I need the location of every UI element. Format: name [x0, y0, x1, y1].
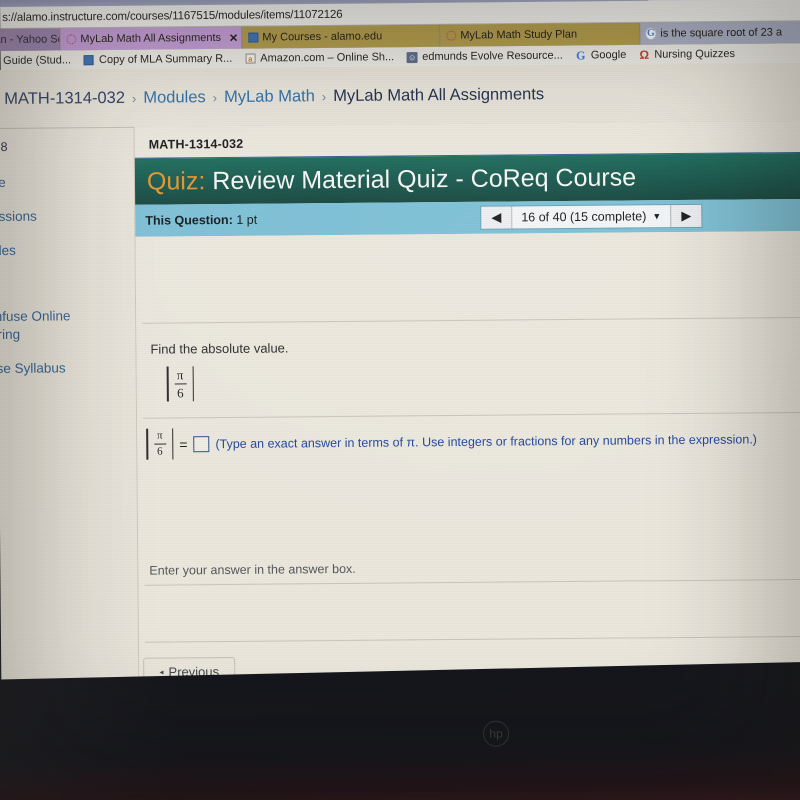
- laptop-logo: hp: [482, 720, 510, 748]
- question-prompt: Find the absolute value.: [150, 340, 289, 357]
- fraction: π 6: [171, 366, 189, 401]
- fraction-numerator: π: [176, 367, 184, 383]
- laptop-bezel: hp: [0, 661, 800, 800]
- bookmark-label: Nursing Quizzes: [654, 47, 736, 61]
- tab-label: is the square root of 23 a: [660, 26, 783, 40]
- chevron-right-icon: ›: [131, 90, 137, 106]
- bookmark-label: Amazon.com – Online Sh...: [260, 51, 395, 65]
- mylab-icon: [65, 34, 76, 45]
- sidebar-item-brainfuse[interactable]: ainfuse Online: [0, 308, 71, 324]
- divider-top: [142, 316, 800, 324]
- this-question-points: 1 pt: [236, 212, 258, 227]
- fraction: π 6: [151, 429, 169, 460]
- tab-label: MyLab Math Study Plan: [460, 28, 578, 42]
- tab-my-courses[interactable]: My Courses - alamo.edu: [242, 24, 441, 49]
- photo-of-screen: s://alamo.instructure.com/courses/116751…: [0, 0, 800, 800]
- bookmark-label: Google: [590, 48, 627, 62]
- question-expression: π 6: [166, 366, 194, 402]
- tab-google-search[interactable]: G is the square root of 23 a: [640, 21, 800, 45]
- quiz-type-label: Quiz:: [146, 166, 206, 196]
- omega-icon: Ω: [639, 47, 650, 62]
- abs-bar-right: [171, 428, 174, 460]
- tab-label: MyLab Math All Assignments: [80, 31, 222, 46]
- breadcrumb: MATH-1314-032 › Modules › MyLab Math › M…: [4, 85, 544, 109]
- question-navigator: ◀ 16 of 40 (15 complete) ▼ ▶: [480, 203, 703, 230]
- fraction-bar: [153, 443, 166, 445]
- absolute-value-expression: π 6: [166, 366, 194, 402]
- mylab-panel: MATH-1314-032 Quiz: Review Material Quiz…: [133, 120, 800, 743]
- fraction-denominator: 6: [157, 445, 163, 458]
- answer-format-hint: (Type an exact answer in terms of π. Use…: [215, 431, 757, 451]
- sidebar-item-grades[interactable]: ades: [0, 243, 16, 258]
- chevron-right-icon: ›: [321, 89, 327, 105]
- divider-answer: [143, 411, 800, 419]
- google-g-icon: G: [576, 47, 586, 62]
- abs-bar-left: [146, 428, 148, 460]
- answer-input[interactable]: [193, 435, 210, 452]
- equals-sign: =: [179, 435, 188, 453]
- question-body: Find the absolute value. π 6 π 6 = (Type…: [135, 230, 800, 743]
- divider-below-hint: [144, 578, 800, 586]
- answer-absolute-value-expression: π 6: [146, 428, 174, 460]
- fraction-numerator: π: [156, 429, 163, 442]
- mylab-icon: [445, 30, 456, 41]
- close-icon[interactable]: ✕: [225, 31, 238, 44]
- tab-mylab-study-plan[interactable]: MyLab Math Study Plan: [440, 22, 641, 47]
- breadcrumb-item-mylab-math[interactable]: MyLab Math: [224, 87, 315, 107]
- bookmark-google[interactable]: G Google: [569, 47, 633, 62]
- tab-mylab-all-assignments[interactable]: MyLab Math All Assignments ✕: [60, 26, 243, 51]
- chevron-right-icon: ›: [212, 90, 218, 106]
- question-position-dropdown[interactable]: 16 of 40 (15 complete) ▼: [512, 205, 671, 229]
- this-question-text: This Question:: [145, 212, 233, 228]
- tab-label: an - Yahoo Se...: [0, 33, 61, 47]
- bookmark-mla-summary[interactable]: Copy of MLA Summary R...: [77, 53, 238, 67]
- person-icon: ☺: [406, 51, 418, 63]
- url-text: s://alamo.instructure.com/courses/116751…: [2, 8, 343, 24]
- bookmark-nursing-quizzes[interactable]: Ω Nursing Quizzes: [632, 47, 741, 62]
- sidebar-item-syllabus[interactable]: urse Syllabus: [0, 360, 66, 376]
- breadcrumb-item-course[interactable]: MATH-1314-032: [4, 89, 125, 109]
- course-code-label: MATH-1314-032: [148, 136, 244, 152]
- course-sidebar: 018 me cussions ades ainfuse Online tori…: [0, 139, 129, 376]
- canvas-icon: [247, 32, 258, 43]
- google-icon: G: [645, 27, 657, 40]
- sidebar-item-tutoring[interactable]: toring: [0, 327, 20, 342]
- tab-label: My Courses - alamo.edu: [262, 30, 383, 44]
- bookmark-label: k Guide (Stud...: [0, 54, 72, 68]
- browser-chrome: s://alamo.instructure.com/courses/116751…: [0, 0, 800, 72]
- divider-footer: [144, 635, 800, 643]
- bookmark-amazon[interactable]: a Amazon.com – Online Sh...: [238, 51, 400, 65]
- breadcrumb-item-current: MyLab Math All Assignments: [333, 85, 545, 106]
- tab-yahoo[interactable]: an - Yahoo Se...: [0, 28, 61, 52]
- quiz-header: Quiz: Review Material Quiz - CoReq Cours…: [134, 151, 800, 205]
- bookmark-edmunds-evolve[interactable]: ☺ edmunds Evolve Resource...: [400, 50, 569, 64]
- bookmark-study-guide[interactable]: k Guide (Stud...: [0, 54, 77, 67]
- fraction-denominator: 6: [177, 385, 184, 401]
- lms-page: MATH-1314-032 › Modules › MyLab Math › M…: [0, 62, 800, 743]
- chevron-down-icon: ▼: [652, 211, 662, 222]
- sidebar-item-home[interactable]: me: [0, 175, 6, 190]
- enter-answer-hint: Enter your answer in the answer box.: [149, 561, 356, 578]
- next-question-button[interactable]: ▶: [670, 204, 702, 228]
- bookmark-label: edmunds Evolve Resource...: [422, 49, 563, 63]
- fraction-bar: [174, 383, 187, 385]
- this-question-label: This Question: 1 pt: [145, 213, 257, 228]
- breadcrumb-item-modules[interactable]: Modules: [143, 88, 206, 108]
- sidebar-item-discussions[interactable]: cussions: [0, 209, 37, 224]
- abs-bar-left: [166, 366, 169, 402]
- sidebar-term-label: 018: [0, 139, 8, 155]
- amazon-icon: a: [244, 53, 256, 65]
- answer-row: π 6 = (Type an exact answer in terms of …: [146, 423, 757, 460]
- quiz-title: Review Material Quiz - CoReq Course: [212, 162, 637, 195]
- prev-question-button[interactable]: ◀: [481, 206, 513, 229]
- bookmark-label: Copy of MLA Summary R...: [98, 52, 233, 67]
- docs-icon: [83, 54, 95, 66]
- abs-bar-right: [192, 366, 194, 402]
- question-position-label: 16 of 40 (15 complete): [521, 209, 647, 225]
